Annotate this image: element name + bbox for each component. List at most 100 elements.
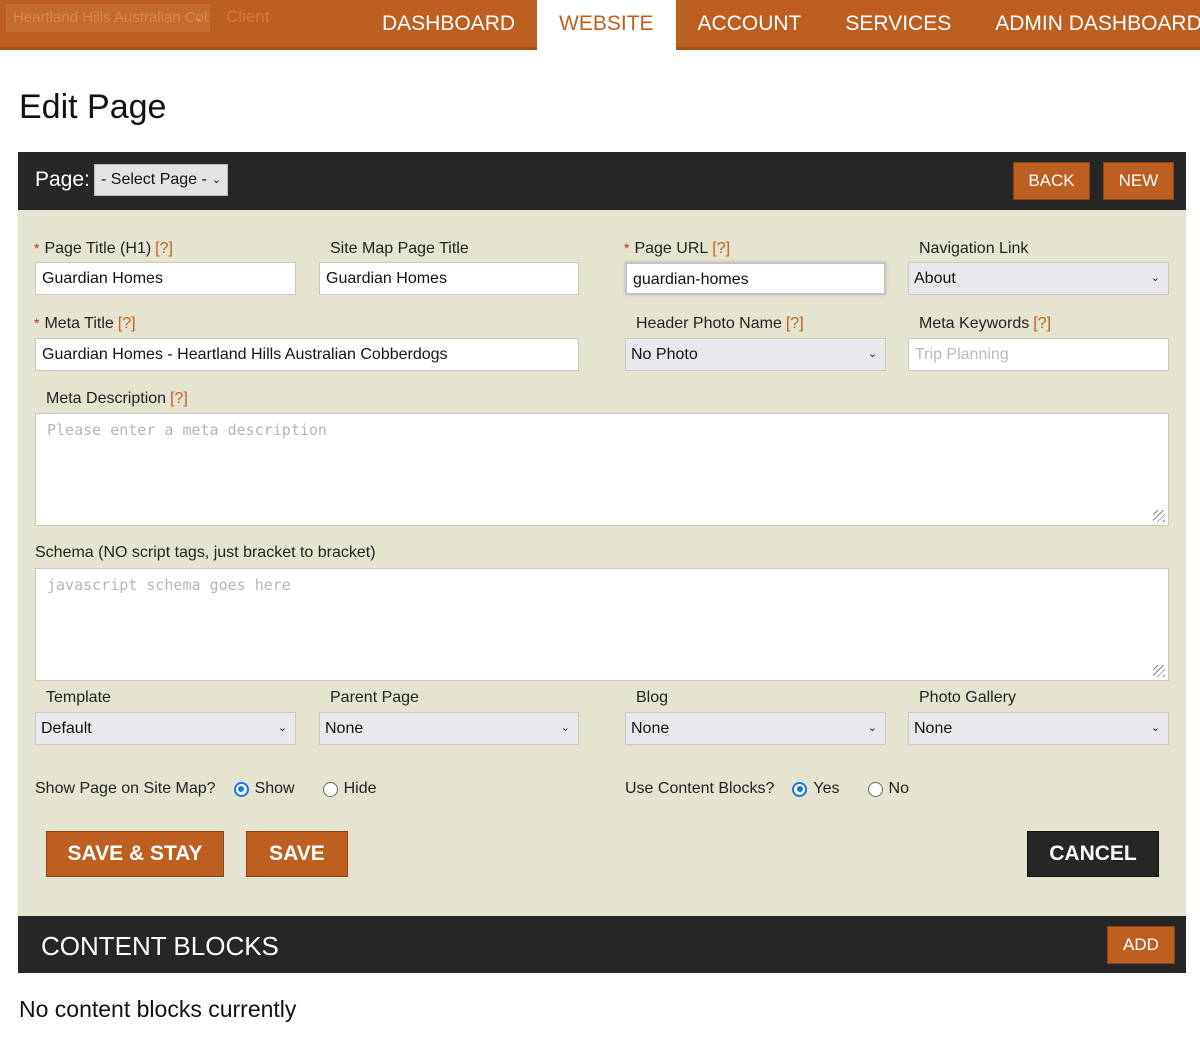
show-on-sitemap-group: Show Page on Site Map? Show Hide xyxy=(35,780,377,798)
chevron-down-icon: ⌄ xyxy=(867,348,877,360)
meta-title-input[interactable]: Guardian Homes - Heartland Hills Austral… xyxy=(35,338,579,371)
parent-page-value: None xyxy=(325,720,364,737)
template-select[interactable]: Default ⌄ xyxy=(35,712,296,745)
save-and-stay-button[interactable]: SAVE & STAY xyxy=(46,831,224,877)
nav-admin-dashboard[interactable]: ADMIN DASHBOARD xyxy=(973,0,1200,50)
schema-placeholder: javascript schema goes here xyxy=(47,576,291,594)
navigation-link-select[interactable]: About ⌄ xyxy=(908,262,1169,295)
chevron-down-icon: ⌄ xyxy=(1150,722,1160,734)
nav-website[interactable]: WEBSITE xyxy=(537,0,676,50)
header-photo-select[interactable]: No Photo ⌄ xyxy=(625,338,886,371)
chevron-down-icon: ⌄ xyxy=(193,12,203,24)
photo-gallery-label: Photo Gallery xyxy=(919,689,1016,706)
site-map-title-label: Site Map Page Title xyxy=(330,240,469,257)
blog-value: None xyxy=(631,720,670,737)
resize-handle-icon[interactable] xyxy=(1153,510,1165,522)
required-asterisk: * xyxy=(624,240,630,256)
header-photo-value: No Photo xyxy=(631,346,698,363)
site-map-title-input[interactable]: Guardian Homes xyxy=(319,262,579,295)
radio-checked-icon[interactable] xyxy=(792,781,808,797)
content-blocks-empty-message: No content blocks currently xyxy=(19,996,297,1022)
page-title-help[interactable]: [?] xyxy=(155,240,173,257)
header-photo-help[interactable]: [?] xyxy=(786,315,804,332)
nav-account[interactable]: ACCOUNT xyxy=(676,0,824,50)
page-select[interactable]: - Select Page - ⌄ xyxy=(94,164,228,196)
meta-description-placeholder: Please enter a meta description xyxy=(47,421,327,439)
page-url-help[interactable]: [?] xyxy=(712,240,730,257)
photo-gallery-select[interactable]: None ⌄ xyxy=(908,712,1169,745)
required-asterisk: * xyxy=(34,240,40,256)
page-title-label: * Page Title (H1) [?] xyxy=(34,240,173,258)
show-on-sitemap-label: Show Page on Site Map? xyxy=(35,780,216,797)
navigation-link-label: Navigation Link xyxy=(919,240,1029,257)
content-blocks-title: CONTENT BLOCKS xyxy=(41,931,279,961)
page-panel-header: Page: - Select Page - ⌄ BACK NEW xyxy=(18,152,1186,210)
sitemap-hide-label: Hide xyxy=(343,780,377,797)
header-photo-label-text: Header Photo Name xyxy=(636,315,782,332)
site-select-value: Heartland Hills Australian Cobberdogs xyxy=(13,9,209,26)
chevron-down-icon: ⌄ xyxy=(867,722,877,734)
sitemap-show-label: Show xyxy=(254,780,295,797)
meta-description-label: Meta Description [?] xyxy=(46,390,188,408)
meta-description-label-text: Meta Description xyxy=(46,390,167,407)
chevron-down-icon: ⌄ xyxy=(211,174,221,186)
meta-description-textarea[interactable]: Please enter a meta description xyxy=(35,413,1169,526)
nav-dashboard[interactable]: DASHBOARD xyxy=(360,0,537,50)
parent-page-label: Parent Page xyxy=(330,689,419,706)
page-url-label-text: Page URL xyxy=(634,240,709,257)
page-url-input[interactable]: guardian-homes xyxy=(625,262,886,295)
client-label: Client xyxy=(226,7,270,26)
content-blocks-no-label: No xyxy=(888,780,909,797)
blog-label: Blog xyxy=(636,689,669,706)
radio-unchecked-icon[interactable] xyxy=(322,781,338,797)
template-label: Template xyxy=(46,689,111,706)
main-nav: DASHBOARD WEBSITE ACCOUNT SERVICES ADMIN… xyxy=(360,0,1200,50)
site-select[interactable]: Heartland Hills Australian Cobberdogs ⌄ xyxy=(6,4,210,32)
chevron-down-icon: ⌄ xyxy=(560,722,570,734)
required-asterisk: * xyxy=(34,315,40,331)
radio-checked-icon[interactable] xyxy=(233,781,249,797)
blog-select[interactable]: None ⌄ xyxy=(625,712,886,745)
header-photo-label: Header Photo Name [?] xyxy=(636,315,804,333)
content-blocks-yes-option[interactable]: Yes xyxy=(792,780,840,798)
meta-title-help[interactable]: [?] xyxy=(118,315,136,332)
sitemap-hide-option[interactable]: Hide xyxy=(322,780,377,798)
photo-gallery-value: None xyxy=(914,720,953,737)
new-button[interactable]: NEW xyxy=(1103,162,1174,200)
page-select-value: - Select Page - xyxy=(101,171,207,188)
page-title-label-text: Page Title (H1) xyxy=(44,240,152,257)
back-button[interactable]: BACK xyxy=(1013,162,1090,200)
page-title: Edit Page xyxy=(19,88,167,126)
radio-unchecked-icon[interactable] xyxy=(867,781,883,797)
meta-keywords-label-text: Meta Keywords xyxy=(919,315,1030,332)
use-content-blocks-group: Use Content Blocks? Yes No xyxy=(625,780,909,798)
content-blocks-header: CONTENT BLOCKS ADD xyxy=(18,916,1186,973)
schema-label: Schema (NO script tags, just bracket to … xyxy=(35,544,376,561)
meta-description-help[interactable]: [?] xyxy=(170,390,188,407)
top-navigation-bar: Heartland Hills Australian Cobberdogs ⌄ … xyxy=(0,0,1200,50)
sitemap-show-option[interactable]: Show xyxy=(233,780,295,798)
page-title-input[interactable]: Guardian Homes xyxy=(35,262,296,295)
meta-keywords-help[interactable]: [?] xyxy=(1033,315,1051,332)
page-select-label: Page: xyxy=(35,168,90,191)
schema-textarea[interactable]: javascript schema goes here xyxy=(35,568,1169,681)
meta-title-label-text: Meta Title xyxy=(44,315,114,332)
nav-services[interactable]: SERVICES xyxy=(823,0,973,50)
meta-keywords-input[interactable]: Trip Planning xyxy=(908,338,1169,371)
navigation-link-value: About xyxy=(914,270,956,287)
content-blocks-no-option[interactable]: No xyxy=(867,780,909,798)
meta-title-label: * Meta Title [?] xyxy=(34,315,136,333)
chevron-down-icon: ⌄ xyxy=(277,722,287,734)
edit-page-form: * Page Title (H1) [?] Site Map Page Title … xyxy=(18,210,1186,916)
add-content-block-button[interactable]: ADD xyxy=(1107,926,1175,964)
resize-handle-icon[interactable] xyxy=(1153,665,1165,677)
cancel-button[interactable]: CANCEL xyxy=(1027,831,1159,877)
template-value: Default xyxy=(41,720,92,737)
use-content-blocks-label: Use Content Blocks? xyxy=(625,780,775,797)
parent-page-select[interactable]: None ⌄ xyxy=(319,712,579,745)
meta-keywords-label: Meta Keywords [?] xyxy=(919,315,1051,333)
page-url-label: * Page URL [?] xyxy=(624,240,730,258)
content-blocks-yes-label: Yes xyxy=(813,780,840,797)
save-button[interactable]: SAVE xyxy=(246,831,348,877)
chevron-down-icon: ⌄ xyxy=(1150,272,1160,284)
